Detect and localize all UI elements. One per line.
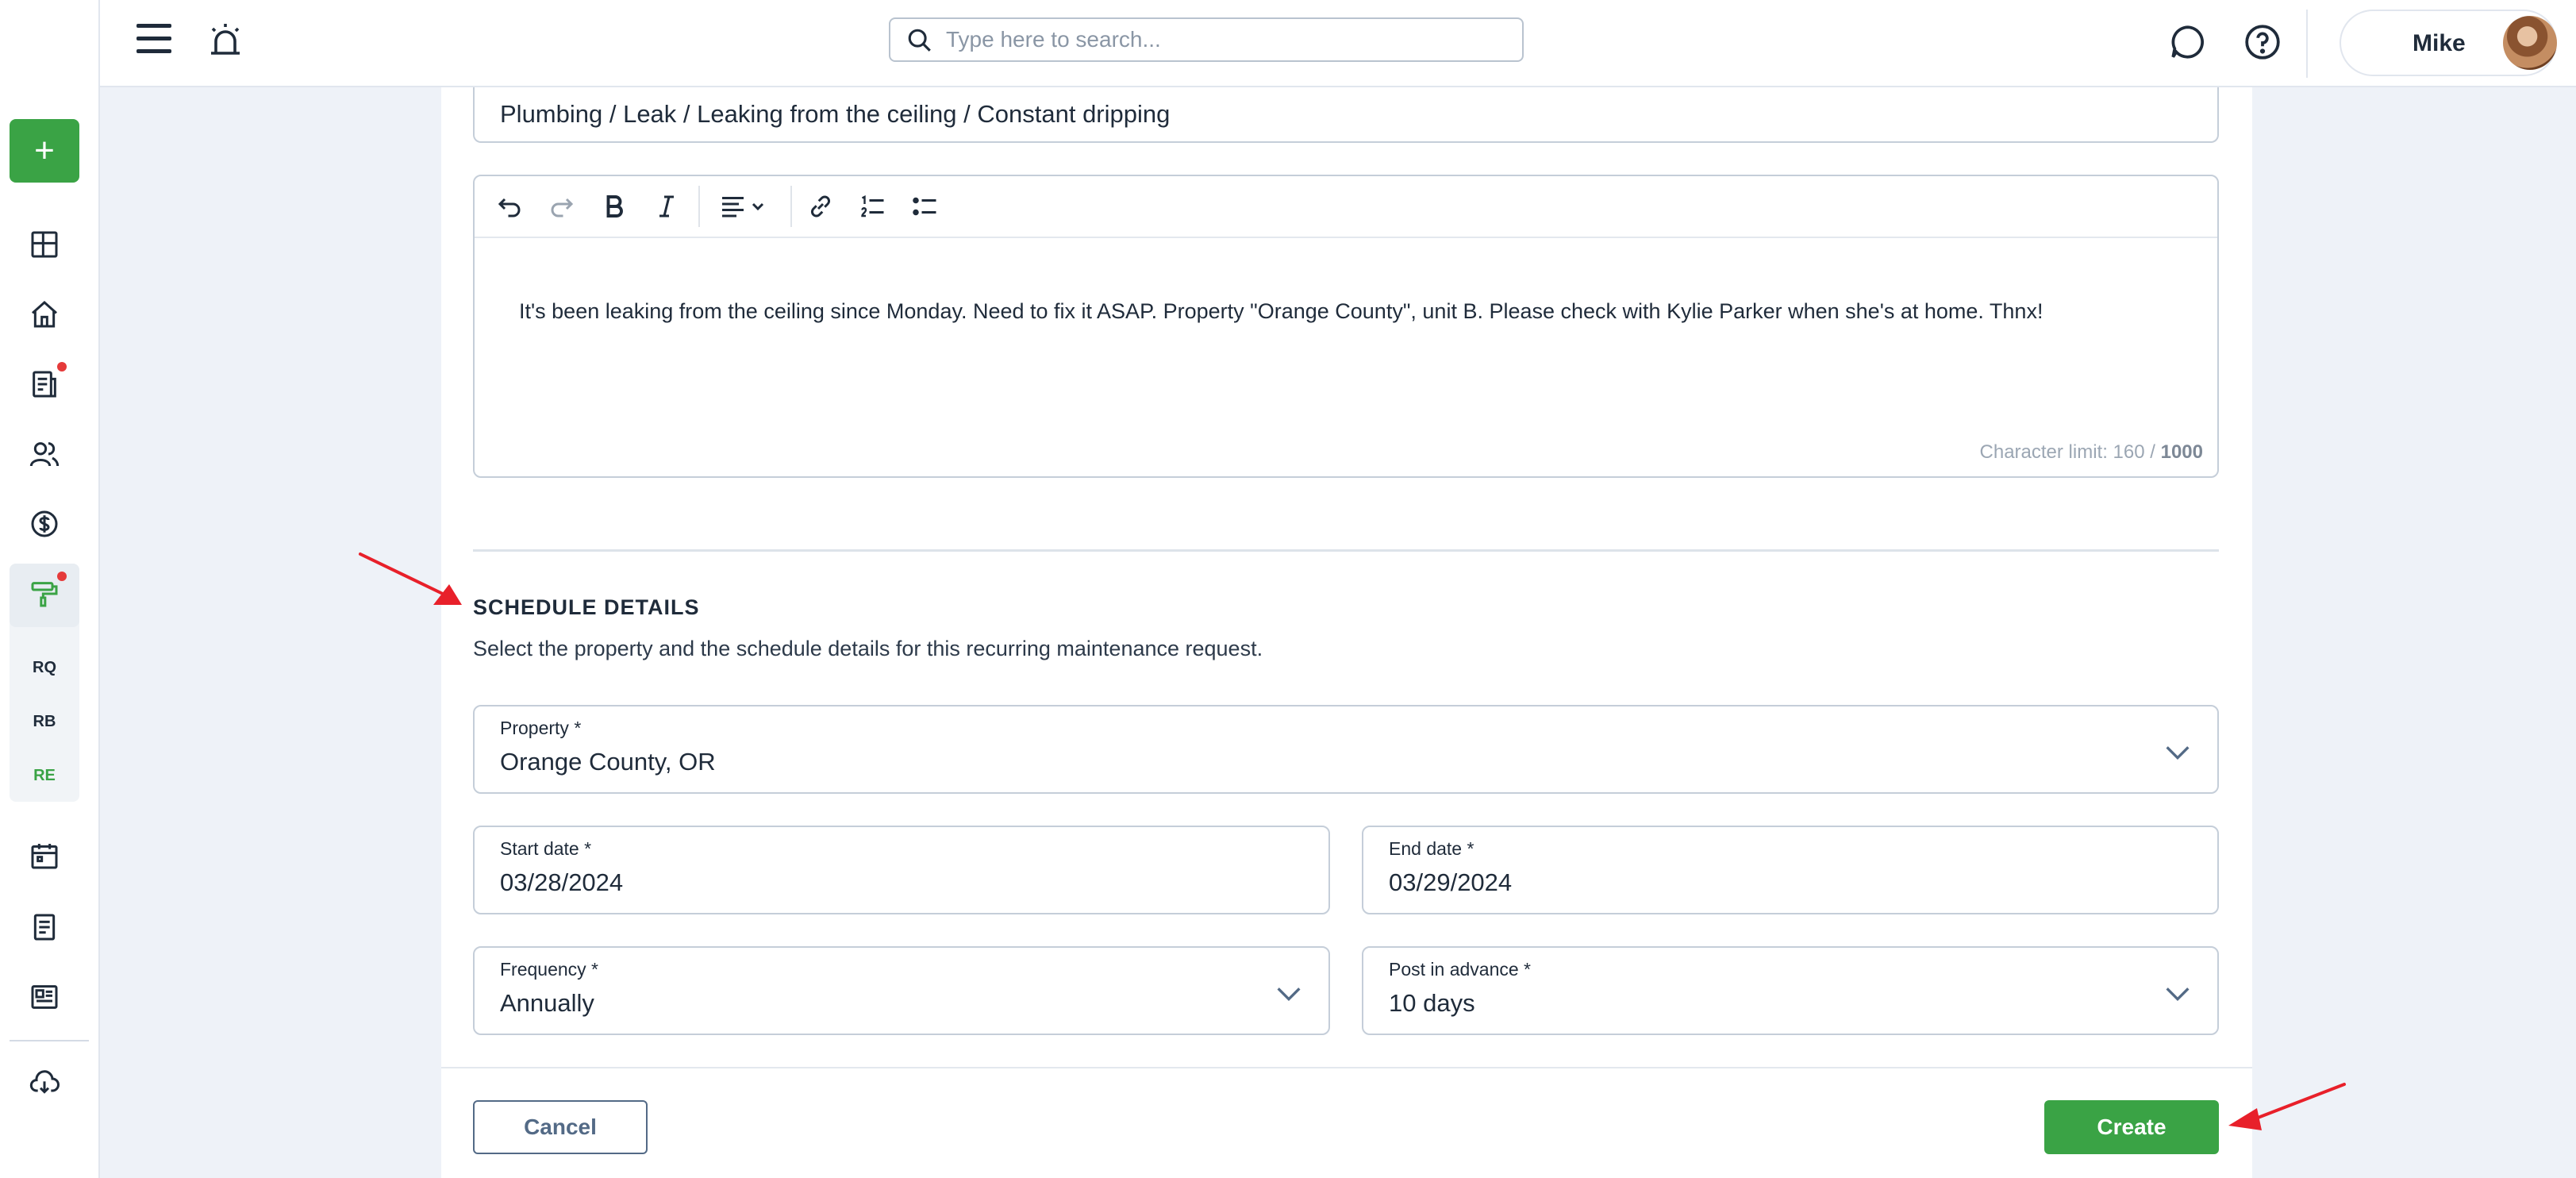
- italic-icon[interactable]: [646, 186, 687, 227]
- search-box[interactable]: [889, 17, 1524, 62]
- end-date-label: End date *: [1389, 838, 1474, 859]
- request-form: Plumbing / Leak / Leaking from the ceili…: [441, 87, 2252, 1178]
- finance-icon[interactable]: [27, 506, 62, 541]
- schedule-details-description: Select the property and the schedule det…: [473, 637, 1263, 660]
- search-icon: [908, 29, 931, 52]
- description-editor[interactable]: It's been leaking from the ceiling since…: [473, 175, 2219, 478]
- editor-toolbar: [475, 176, 2217, 238]
- sidebar-item-rb[interactable]: RB: [10, 713, 79, 731]
- sidebar-item-re[interactable]: RE: [10, 767, 79, 785]
- reports-icon[interactable]: [27, 980, 62, 1014]
- character-limit: Character limit: 160 / 1000: [1980, 441, 2203, 464]
- frequency-value: Annually: [500, 989, 594, 1017]
- redo-icon[interactable]: [541, 186, 582, 227]
- char-limit-label: Character limit: 160 /: [1979, 441, 2161, 463]
- paint-roller-icon[interactable]: [27, 576, 62, 611]
- people-icon[interactable]: [27, 437, 62, 472]
- sidebar-item-rq[interactable]: RQ: [10, 659, 79, 677]
- create-button[interactable]: Create: [2044, 1100, 2219, 1154]
- chevron-down-icon: [2166, 746, 2190, 760]
- avatar: [2503, 16, 2557, 70]
- home-icon[interactable]: [27, 297, 62, 332]
- post-in-advance-select[interactable]: Post in advance * 10 days: [1362, 946, 2219, 1035]
- alarm-icon[interactable]: [206, 21, 244, 59]
- add-button[interactable]: +: [10, 119, 79, 183]
- documents-icon[interactable]: [27, 367, 62, 402]
- bold-icon[interactable]: [594, 186, 635, 227]
- notification-dot: [57, 362, 67, 371]
- char-limit-max: 1000: [2160, 441, 2203, 463]
- cloud-download-icon[interactable]: [27, 1065, 62, 1100]
- end-date-value: 03/29/2024: [1389, 868, 1513, 896]
- header-divider: [2306, 10, 2308, 78]
- user-menu[interactable]: Mike: [2340, 10, 2557, 76]
- search-input[interactable]: [946, 27, 1486, 52]
- start-date-field[interactable]: Start date * 03/28/2024: [473, 826, 1330, 914]
- property-label: Property *: [500, 718, 582, 738]
- align-dropdown[interactable]: [708, 186, 779, 227]
- footer-divider: [441, 1067, 2252, 1068]
- sidebar: + RQ RB RE: [0, 0, 100, 1178]
- toolbar-separator: [698, 186, 700, 227]
- end-date-field[interactable]: End date * 03/29/2024: [1362, 826, 2219, 914]
- dashboard-icon[interactable]: [27, 227, 62, 262]
- start-date-label: Start date *: [500, 838, 592, 859]
- sidebar-divider: [10, 1040, 89, 1041]
- request-title-field[interactable]: Plumbing / Leak / Leaking from the ceili…: [473, 87, 2219, 143]
- top-header: Mike: [100, 0, 2576, 87]
- description-text[interactable]: It's been leaking from the ceiling since…: [519, 295, 2186, 327]
- post-in-advance-value: 10 days: [1389, 989, 1475, 1017]
- chevron-down-icon: [1277, 987, 1301, 1002]
- annotation-arrow-icon: [359, 552, 462, 605]
- calendar-icon[interactable]: [27, 838, 62, 873]
- notification-dot: [57, 572, 67, 581]
- notes-icon[interactable]: [27, 910, 62, 945]
- annotation-arrow-icon: [2228, 1083, 2346, 1130]
- cancel-button[interactable]: Cancel: [473, 1100, 648, 1154]
- bullet-list-icon[interactable]: [905, 186, 946, 227]
- menu-icon[interactable]: [136, 24, 171, 56]
- post-in-advance-label: Post in advance *: [1389, 959, 1532, 980]
- numbered-list-icon[interactable]: [852, 186, 894, 227]
- start-date-value: 03/28/2024: [500, 868, 624, 896]
- frequency-select[interactable]: Frequency * Annually: [473, 946, 1330, 1035]
- frequency-label: Frequency *: [500, 959, 599, 980]
- schedule-details-heading: SCHEDULE DETAILS: [473, 595, 700, 619]
- chevron-down-icon: [2166, 987, 2190, 1002]
- link-icon[interactable]: [800, 186, 841, 227]
- undo-icon[interactable]: [489, 186, 530, 227]
- property-select[interactable]: Property * Orange County, OR: [473, 705, 2219, 794]
- chat-icon[interactable]: [2168, 22, 2208, 62]
- section-divider: [473, 549, 2219, 552]
- help-icon[interactable]: [2243, 22, 2282, 62]
- toolbar-separator: [790, 186, 792, 227]
- property-value: Orange County, OR: [500, 748, 716, 776]
- user-name: Mike: [2413, 30, 2466, 56]
